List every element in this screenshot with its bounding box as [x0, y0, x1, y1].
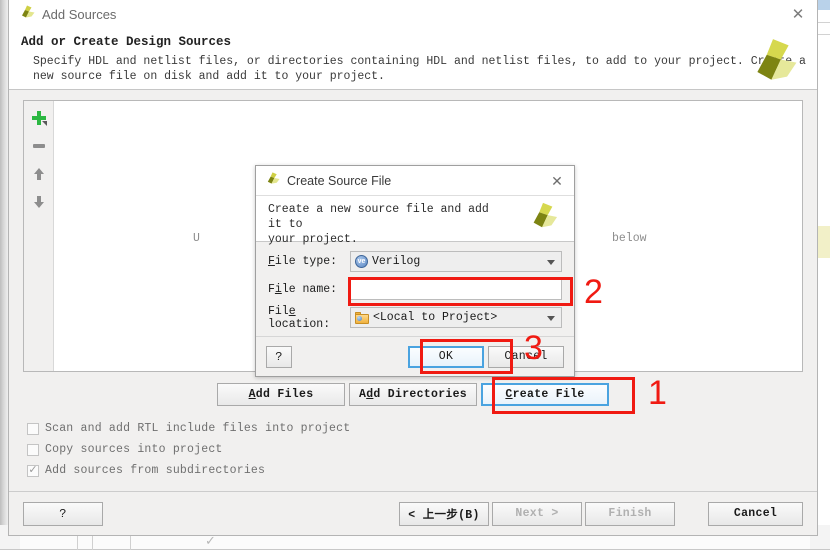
- file-name-label: File name:: [268, 283, 350, 296]
- cancel-button[interactable]: Cancel: [708, 502, 803, 526]
- dialog-description-band: Create a new source file and add it to y…: [256, 196, 574, 242]
- checkbox-copy-sources[interactable]: Copy sources into project: [27, 443, 803, 456]
- window-titlebar: Add Sources ✕: [9, 0, 817, 30]
- file-type-label: File type:: [268, 255, 350, 268]
- sources-hint-right: below: [612, 232, 647, 245]
- file-location-select[interactable]: <Local to Project>: [350, 307, 562, 328]
- move-down-button[interactable]: [26, 189, 52, 215]
- file-type-value: Verilog: [372, 255, 420, 268]
- folder-icon: [355, 312, 369, 324]
- help-button[interactable]: ?: [23, 502, 103, 526]
- background-right-titlebar: [816, 0, 830, 10]
- add-directories-button[interactable]: Add Directories: [349, 383, 477, 406]
- checkbox-scan-rtl-include[interactable]: Scan and add RTL include files into proj…: [27, 422, 803, 435]
- create-source-file-dialog: Create Source File ✕ Create a new source…: [255, 165, 575, 377]
- checkbox-label: Scan and add RTL include files into proj…: [45, 422, 350, 435]
- background-right-panel: [816, 0, 830, 549]
- checkbox-checked-icon: [27, 465, 39, 477]
- sources-hint-left: U: [193, 232, 200, 245]
- checkbox-label: Copy sources into project: [45, 443, 223, 456]
- file-location-value: <Local to Project>: [373, 311, 497, 324]
- source-action-buttons: Add Files Add Directories Create File: [23, 383, 803, 406]
- close-icon[interactable]: ✕: [789, 6, 807, 24]
- checkbox-add-subdirectories[interactable]: Add sources from subdirectories: [27, 464, 803, 477]
- background-right-divider-1: [816, 22, 830, 23]
- wizard-footer: ? < 上一步(B) Next > Finish Cancel: [9, 491, 817, 535]
- checkbox-box-icon: [27, 444, 39, 456]
- file-location-label: File location:: [268, 305, 350, 331]
- vivado-brand-logo-icon: [747, 36, 799, 91]
- dialog-titlebar: Create Source File ✕: [256, 166, 574, 196]
- remove-source-button[interactable]: [26, 133, 52, 159]
- chevron-down-icon: [547, 316, 555, 321]
- footer-nav-group: < 上一步(B) Next > Finish Cancel: [399, 502, 803, 526]
- vivado-logo-icon: [19, 4, 35, 25]
- dialog-help-button[interactable]: ?: [266, 346, 292, 368]
- window-title: Add Sources: [42, 7, 116, 22]
- dialog-footer: ? OK Cancel: [256, 336, 574, 376]
- add-files-label: Add Files: [249, 388, 314, 401]
- sources-toolbar: [24, 101, 54, 371]
- dialog-title: Create Source File: [287, 174, 391, 188]
- add-files-button[interactable]: Add Files: [217, 383, 345, 406]
- add-directories-label: Add Directories: [359, 388, 467, 401]
- vivado-logo-icon: [265, 171, 280, 191]
- page-description: Specify HDL and netlist files, or direct…: [33, 54, 817, 84]
- file-type-select[interactable]: ve Verilog: [350, 251, 562, 272]
- dialog-cancel-button[interactable]: Cancel: [488, 346, 564, 368]
- options-checkbox-group: Scan and add RTL include files into proj…: [23, 422, 803, 477]
- file-name-row: File name:: [268, 279, 562, 300]
- vivado-brand-logo-icon: [528, 201, 558, 236]
- dialog-form: File type: ve Verilog File name: File lo…: [256, 242, 574, 328]
- add-source-button[interactable]: [26, 105, 52, 131]
- file-name-input[interactable]: [350, 279, 562, 300]
- file-type-row: File type: ve Verilog: [268, 251, 562, 272]
- page-title: Add or Create Design Sources: [21, 35, 817, 49]
- verilog-badge-icon: ve: [355, 255, 368, 268]
- file-location-row: File location: <Local to Project>: [268, 307, 562, 328]
- checkbox-box-icon: [27, 423, 39, 435]
- ok-button[interactable]: OK: [408, 346, 484, 368]
- next-button: Next >: [492, 502, 582, 526]
- background-left-strip: [0, 0, 8, 549]
- finish-button: Finish: [585, 502, 675, 526]
- back-button[interactable]: < 上一步(B): [399, 502, 489, 526]
- checkbox-label: Add sources from subdirectories: [45, 464, 265, 477]
- background-right-divider-2: [816, 34, 830, 35]
- create-file-button[interactable]: Create File: [481, 383, 609, 406]
- create-file-label: Create File: [505, 388, 584, 401]
- close-icon[interactable]: ✕: [549, 173, 565, 189]
- move-up-button[interactable]: [26, 161, 52, 187]
- wizard-header: Add or Create Design Sources Specify HDL…: [9, 30, 817, 90]
- background-right-highlight: [818, 226, 830, 258]
- dialog-description: Create a new source file and add it to y…: [268, 202, 508, 247]
- chevron-down-icon: [547, 260, 555, 265]
